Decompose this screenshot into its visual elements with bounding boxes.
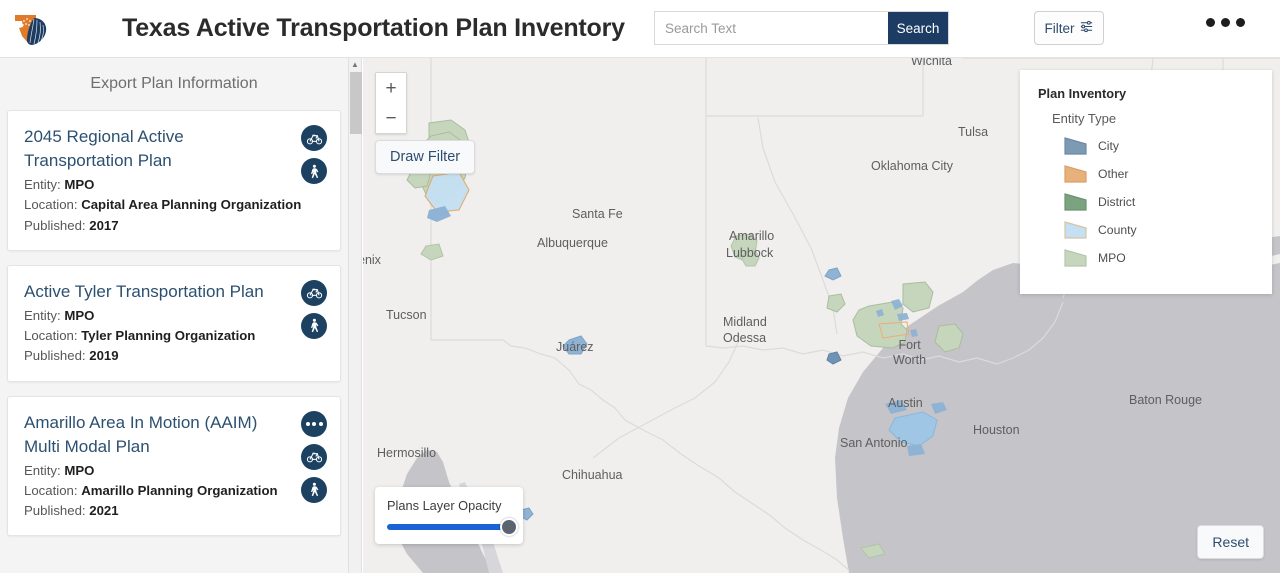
plan-published: Published: 2021: [24, 501, 328, 521]
plan-more-options-icon[interactable]: [301, 410, 327, 437]
legend-item[interactable]: County: [1064, 216, 1254, 244]
plan-entity: Entity: MPO: [24, 306, 328, 326]
legend-swatch-icon: [1064, 165, 1087, 183]
bicycle-icon[interactable]: [301, 279, 327, 306]
plan-published: Published: 2019: [24, 346, 328, 366]
plan-title[interactable]: 2045 Regional Active Transportation Plan: [24, 125, 328, 173]
plan-card-list: 2045 Regional Active Transportation Plan…: [0, 110, 348, 537]
entity-label: Entity:: [24, 177, 61, 193]
plans-layer-opacity-panel: Plans Layer Opacity: [375, 487, 523, 544]
ellipsis-dot: [318, 421, 323, 426]
reset-button[interactable]: Reset: [1197, 525, 1264, 559]
plan-location: Location: Tyler Planning Organization: [24, 326, 328, 346]
legend-item[interactable]: Other: [1064, 160, 1254, 188]
plan-location: Location: Amarillo Planning Organization: [24, 481, 328, 501]
search-button[interactable]: Search: [888, 12, 948, 44]
scrollbar-thumb[interactable]: [350, 72, 362, 134]
legend-label: County: [1098, 223, 1137, 237]
map-legend: Plan Inventory Entity Type City Other Dist…: [1020, 70, 1272, 294]
location-label: Location:: [24, 328, 78, 344]
entity-label: Entity:: [24, 462, 61, 478]
opacity-slider[interactable]: [387, 518, 518, 536]
legend-item[interactable]: City: [1064, 132, 1254, 160]
texas-state-logo-icon: [8, 6, 54, 52]
pedestrian-icon[interactable]: [301, 158, 327, 184]
plan-card[interactable]: 2045 Regional Active Transportation Plan…: [7, 110, 341, 251]
plan-card-badges: [301, 125, 327, 184]
plan-card-badges: [301, 279, 327, 339]
ellipsis-dot: [1236, 18, 1245, 27]
plan-card[interactable]: Amarillo Area In Motion (AAIM) Multi Mod…: [7, 395, 341, 537]
legend-label: City: [1098, 139, 1119, 153]
legend-label: District: [1098, 195, 1136, 209]
map-canvas[interactable]: Wichita Tulsa Oklahoma City Santa Fe Amarill…: [363, 58, 1280, 573]
ellipsis-dot: [305, 421, 310, 426]
published-label: Published:: [24, 503, 86, 519]
location-value: Capital Area Planning Organization: [81, 197, 302, 213]
legend-label: Other: [1098, 167, 1129, 181]
legend-subtitle: Entity Type: [1052, 111, 1117, 126]
legend-item[interactable]: MPO: [1064, 244, 1254, 272]
plan-location: Location: Capital Area Planning Organiza…: [24, 195, 328, 215]
app-header: Texas Active Transportation Plan Invento…: [0, 0, 1280, 58]
filter-button[interactable]: Filter: [1034, 11, 1104, 45]
legend-rows: City Other District County MPO: [1038, 132, 1254, 272]
location-label: Location:: [24, 197, 78, 213]
plan-entity: Entity: MPO: [24, 461, 328, 481]
zoom-out-button[interactable]: −: [376, 103, 406, 133]
legend-label: MPO: [1098, 251, 1126, 265]
location-value: Tyler Planning Organization: [81, 328, 256, 344]
page-title: Texas Active Transportation Plan Invento…: [122, 14, 625, 42]
bicycle-icon[interactable]: [301, 443, 327, 470]
plan-list-sidebar: Export Plan Information 2045 Regional Ac…: [0, 58, 348, 573]
location-label: Location:: [24, 482, 78, 498]
published-label: Published:: [24, 217, 86, 233]
legend-item[interactable]: District: [1064, 188, 1254, 216]
legend-swatch-icon: [1064, 193, 1087, 211]
legend-title: Plan Inventory: [1038, 86, 1127, 101]
opacity-slider-handle[interactable]: [500, 518, 518, 536]
pedestrian-icon[interactable]: [301, 312, 327, 339]
plan-polygon-lubbock: [741, 249, 760, 267]
sliders-icon: [1079, 19, 1094, 37]
plan-published: Published: 2017: [24, 216, 328, 236]
entity-value: MPO: [64, 462, 95, 478]
legend-swatch-icon: [1064, 221, 1087, 239]
app-root: Texas Active Transportation Plan Invento…: [0, 0, 1280, 573]
published-label: Published:: [24, 348, 86, 364]
zoom-in-button[interactable]: +: [376, 73, 406, 103]
ellipsis-dot: [312, 421, 316, 426]
entity-value: MPO: [64, 177, 95, 193]
published-value: 2021: [89, 503, 119, 519]
export-plan-information-button[interactable]: Export Plan Information: [0, 58, 348, 110]
ellipsis-dot: [1206, 18, 1215, 27]
map-zoom-controls: + −: [375, 72, 407, 134]
published-value: 2019: [89, 348, 119, 364]
plan-title[interactable]: Amarillo Area In Motion (AAIM) Multi Mod…: [24, 411, 328, 459]
filter-label: Filter: [1044, 20, 1075, 36]
plan-entity: Entity: MPO: [24, 175, 328, 195]
search-box: Search: [654, 11, 949, 45]
published-value: 2017: [89, 217, 119, 233]
opacity-label: Plans Layer Opacity: [387, 498, 502, 513]
plan-card-badges: [301, 410, 327, 503]
legend-swatch-icon: [1064, 249, 1087, 267]
scroll-up-arrow-icon[interactable]: ▲: [349, 58, 361, 71]
legend-swatch-icon: [1064, 137, 1087, 155]
ellipsis-dot: [1221, 18, 1230, 27]
overflow-menu-button[interactable]: [1206, 18, 1245, 27]
bicycle-icon[interactable]: [301, 125, 327, 151]
draw-filter-button[interactable]: Draw Filter: [375, 140, 476, 174]
sidebar-scrollbar[interactable]: ▲: [348, 58, 362, 573]
search-input[interactable]: [655, 12, 888, 44]
plan-title[interactable]: Active Tyler Transportation Plan: [24, 280, 328, 304]
plan-card[interactable]: Active Tyler Transportation Plan Entity: …: [7, 264, 341, 382]
location-value: Amarillo Planning Organization: [81, 482, 278, 498]
entity-label: Entity:: [24, 307, 61, 323]
entity-value: MPO: [64, 307, 95, 323]
pedestrian-icon[interactable]: [301, 476, 327, 503]
